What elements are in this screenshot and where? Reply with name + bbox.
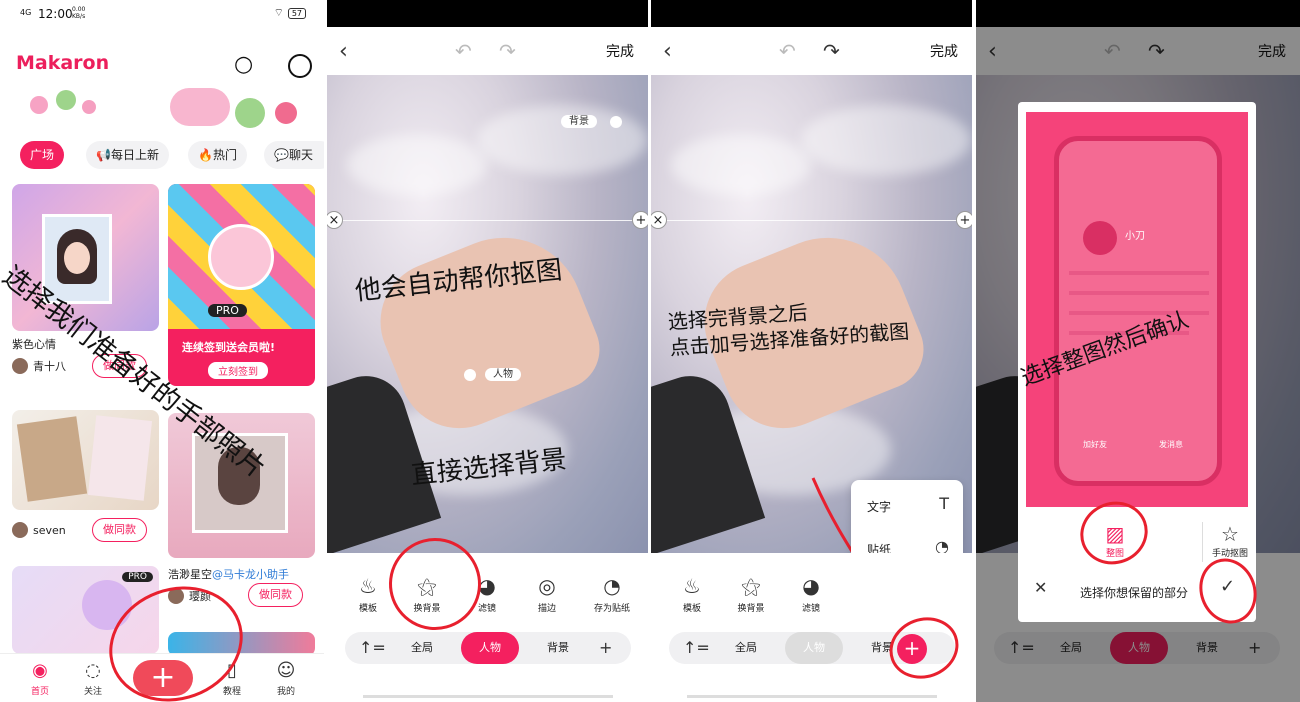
palette-icon: ◕: [802, 574, 820, 598]
redo-icon[interactable]: ↷: [499, 39, 516, 63]
banner-decoration: [20, 88, 320, 134]
make-same-button[interactable]: 做同款: [248, 583, 303, 607]
layer-segments: ↑= 全局 人物 背景 +: [345, 632, 631, 664]
segment-person[interactable]: 人物: [461, 632, 519, 664]
dialog-prompt: 选择你想保留的部分: [1080, 586, 1189, 600]
card-checkin-promo[interactable]: PRO 连续签到送会员啦! 立刻签到: [168, 184, 315, 386]
status-bar: [976, 0, 1300, 27]
person-tag[interactable]: 人物: [485, 368, 521, 381]
add-friend-label: 加好友: [1083, 440, 1107, 449]
background-tag[interactable]: 背景: [561, 115, 597, 128]
tab-me[interactable]: ☺ 我的: [266, 658, 306, 697]
segment-global[interactable]: 全局: [393, 632, 451, 664]
tool-save-sticker[interactable]: ◔ 存为贴纸: [582, 573, 642, 614]
done-button[interactable]: 完成: [606, 41, 634, 61]
add-layer-icon[interactable]: +: [599, 632, 612, 664]
editor-nav: ‹ ↶ ↷ 完成: [651, 27, 972, 75]
search-icon[interactable]: ○: [234, 52, 253, 77]
editor-toolbar: ♨ 模板 ⚝ 换背景 ◕ 滤镜 ◎ 描边 ◔ 存为贴纸 ↑= 全局 人物 背景 +: [327, 553, 648, 702]
home-icon: ◉: [32, 660, 48, 681]
undo-icon[interactable]: ↶: [455, 39, 472, 63]
tag-dot[interactable]: [610, 116, 622, 128]
screenshot-preview: 小刀 加好友 发消息 选择整图然后确认: [1018, 112, 1248, 507]
editor-select-part: ‹ ↶ ↷ 完成 ↑= 全局 人物 背景 + 小刀 加好友 发消息 选择整图然后…: [976, 0, 1300, 702]
magic-wand-icon: ⚝: [741, 574, 761, 598]
profile-icon: ☺: [276, 660, 296, 681]
editor-add-image: ‹ ↶ ↷ 完成 × + 选择完背景之后 点击加号选择准备好的截图 文字 T 贴…: [651, 0, 972, 702]
tool-template[interactable]: ♨ 模板: [667, 573, 717, 614]
guide-line: [651, 220, 972, 221]
tool-outline[interactable]: ◎ 描边: [522, 573, 572, 614]
card-user[interactable]: 青十八: [12, 358, 66, 374]
tab-home[interactable]: ◉ 首页: [20, 658, 60, 697]
battery-icon: 57: [287, 8, 306, 19]
sticker-icon: ◔: [603, 574, 621, 598]
sort-icon[interactable]: ↑=: [359, 632, 386, 664]
card-title: 浩渺星空@马卡龙小助手: [168, 568, 289, 581]
add-icon[interactable]: +: [956, 211, 972, 229]
editor-auto-cutout: ‹ ↶ ↷ 完成 × + 背景 人物 他会自动帮你抠图 直接选择背景 ♨ 模板 ⚝…: [327, 0, 648, 702]
flame-icon: ♨: [683, 574, 701, 598]
network-label: 4G: [20, 8, 32, 17]
chip-daily-new[interactable]: 📢每日上新: [86, 141, 169, 169]
card-title: 紫色心情: [12, 338, 56, 351]
promo-title: 连续签到送会员啦!: [182, 341, 276, 354]
pro-badge: PRO: [122, 572, 153, 582]
back-icon[interactable]: ‹: [663, 39, 672, 64]
segment-global[interactable]: 全局: [717, 632, 775, 664]
outline-icon: ◎: [538, 574, 556, 598]
card-user[interactable]: seven: [12, 522, 66, 538]
text-icon[interactable]: T: [939, 494, 949, 513]
editor-nav: ‹ ↶ ↷ 完成: [327, 27, 648, 75]
done-button[interactable]: 完成: [930, 41, 958, 61]
chip-square[interactable]: 广场: [20, 141, 65, 169]
close-icon[interactable]: ×: [327, 211, 343, 229]
status-time: 12:00: [38, 7, 73, 21]
status-bar: 4G 12:00 0.00 KB/s ⌔ 57: [0, 0, 324, 30]
status-bar: [651, 0, 972, 27]
segment-background[interactable]: 背景: [529, 632, 587, 664]
editor-canvas[interactable]: × + 背景 人物 他会自动帮你抠图 直接选择背景: [327, 75, 648, 553]
redo-icon[interactable]: ↷: [823, 39, 840, 63]
tool-change-background[interactable]: ⚝ 换背景: [726, 573, 776, 614]
undo-icon[interactable]: ↶: [779, 39, 796, 63]
sort-icon[interactable]: ↑=: [683, 632, 710, 664]
home-indicator: [363, 695, 613, 698]
wifi-icon: ⌔: [273, 6, 284, 19]
pro-badge: PRO: [208, 304, 247, 317]
home-indicator: [687, 695, 937, 698]
home-screen: 4G 12:00 0.00 KB/s ⌔ 57 Makaron ○ 广场 📢每日…: [0, 0, 324, 702]
close-icon[interactable]: ×: [651, 211, 667, 229]
add-icon[interactable]: +: [632, 211, 648, 229]
network-speed: 0.00 KB/s: [72, 6, 86, 20]
segment-person[interactable]: 人物: [785, 632, 843, 664]
menu-text[interactable]: 文字: [867, 498, 891, 515]
card-journal[interactable]: [12, 410, 159, 510]
checkin-button[interactable]: 立刻签到: [208, 362, 268, 379]
chip-hot[interactable]: 🔥热门: [188, 141, 247, 169]
tab-follow[interactable]: ◌ 关注: [73, 658, 113, 697]
cancel-icon[interactable]: ✕: [1034, 578, 1047, 597]
mascot-icon[interactable]: [288, 54, 312, 78]
phone-frame: 小刀 加好友 发消息: [1054, 136, 1222, 486]
tool-template[interactable]: ♨ 模板: [343, 573, 393, 614]
option-manual-cutout[interactable]: ☆ 手动抠图: [1210, 522, 1250, 559]
profile-name: 小刀: [1125, 231, 1145, 242]
flame-icon: ♨: [359, 574, 377, 598]
status-bar: [327, 0, 648, 27]
make-same-button[interactable]: 做同款: [92, 518, 147, 542]
tag-dot[interactable]: [464, 369, 476, 381]
back-icon[interactable]: ‹: [339, 39, 348, 64]
tool-filter[interactable]: ◕ 滤镜: [786, 573, 836, 614]
app-logo: Makaron: [16, 52, 110, 74]
guide-line: [327, 220, 648, 221]
chip-chat[interactable]: 💬聊天: [264, 141, 324, 169]
message-label: 发消息: [1159, 440, 1183, 449]
star-icon: ☆: [1221, 522, 1239, 546]
follow-icon: ◌: [85, 660, 101, 681]
